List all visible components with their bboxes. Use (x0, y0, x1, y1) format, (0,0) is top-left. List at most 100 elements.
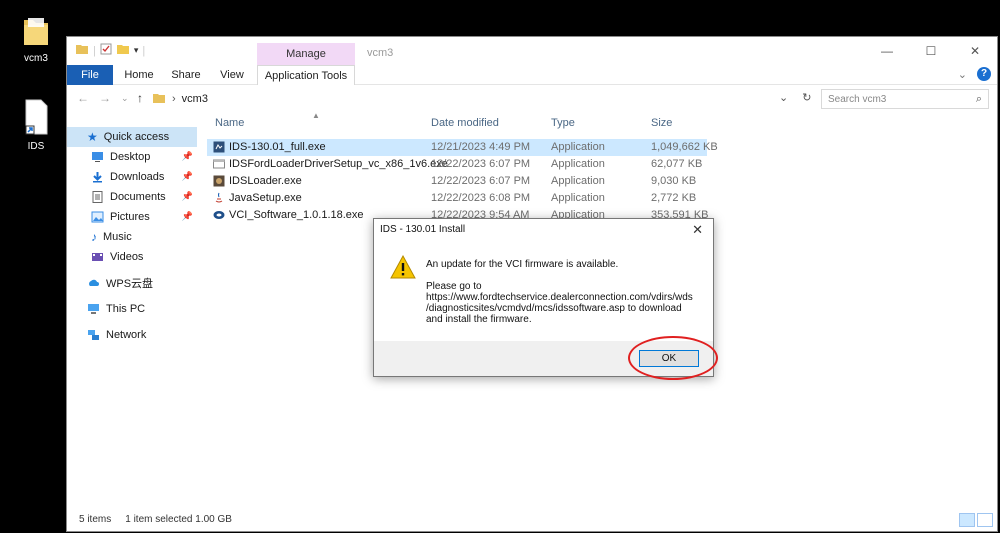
minimize-button[interactable]: — (865, 37, 909, 65)
column-header-type[interactable]: Type (551, 117, 575, 129)
properties-icon[interactable] (100, 43, 112, 58)
ribbon-right: ⌄ ? (958, 67, 991, 81)
dialog-title: IDS - 130.01 Install (380, 224, 466, 235)
desktop-icon-ids[interactable]: IDS (8, 98, 64, 152)
separator: | (142, 44, 146, 57)
dialog-title-bar: IDS - 130.01 Install ✕ (374, 219, 713, 241)
file-size: 9,030 KB (651, 175, 697, 187)
chevron-down-icon[interactable]: ⌄ (958, 68, 967, 81)
file-name: JavaSetup.exe (229, 192, 302, 204)
back-arrow-icon[interactable]: ← (77, 91, 89, 105)
pin-icon: 📌 (181, 211, 193, 221)
view-buttons (959, 513, 993, 527)
address-box[interactable]: › vcm3 (147, 89, 797, 109)
help-icon[interactable]: ? (977, 67, 991, 81)
large-icons-view-icon[interactable] (977, 513, 993, 527)
table-row[interactable]: IDSLoader.exe 12/22/2023 6:07 PM Applica… (207, 173, 707, 190)
dialog-message: An update for the VCI firmware is availa… (426, 259, 619, 270)
file-name-cell: IDSFordLoaderDriverSetup_vc_x86_1v6.exe (213, 158, 448, 170)
tab-home[interactable]: Home (117, 65, 161, 85)
desktop: vcm3 IDS | ▾ | Manage vcm3 — ☐ ✕ File Ho… (0, 0, 1000, 533)
forward-arrow-icon[interactable]: → (99, 91, 111, 105)
tab-file[interactable]: File (67, 65, 113, 85)
desktop-icon (91, 151, 104, 163)
file-name: IDSLoader.exe (229, 175, 302, 187)
highlight-circle (628, 336, 718, 380)
sidebar-item-desktop[interactable]: Desktop 📌 (67, 147, 197, 167)
setup-exe-icon (213, 158, 225, 170)
new-folder-icon[interactable] (116, 43, 130, 58)
table-row[interactable]: IDS-130.01_full.exe 12/21/2023 4:49 PM A… (207, 139, 718, 156)
sidebar-item-pictures[interactable]: Pictures 📌 (67, 207, 197, 227)
music-icon: ♪ (91, 230, 97, 244)
sidebar-item-wps-cloud[interactable]: WPS云盘 (67, 273, 197, 293)
sidebar-item-music[interactable]: ♪ Music (67, 227, 197, 247)
shortcut-icon (25, 99, 48, 135)
sidebar-item-label: Music (103, 231, 132, 243)
column-header-date-modified[interactable]: Date modified (431, 117, 499, 129)
file-type: Application (551, 175, 605, 187)
sidebar-item-documents[interactable]: Documents 📌 (67, 187, 197, 207)
tab-view[interactable]: View (211, 65, 253, 85)
column-header-name[interactable]: Name (215, 117, 244, 129)
tab-application-tools[interactable]: Application Tools (257, 65, 355, 85)
file-size: 1,049,662 KB (651, 141, 718, 153)
dialog-detail-line: https://www.fordtechservice.dealerconnec… (426, 292, 693, 303)
up-arrow-icon[interactable]: ↑ (137, 91, 143, 105)
pin-icon: 📌 (181, 151, 193, 161)
sidebar-item-downloads[interactable]: Downloads 📌 (67, 167, 197, 187)
item-count: 5 items (79, 514, 112, 525)
desktop-icon-vcm3[interactable]: vcm3 (8, 14, 64, 64)
search-icon: ⌕ (975, 93, 982, 105)
title-bar: | ▾ | Manage vcm3 — ☐ ✕ (67, 37, 997, 65)
details-view-icon[interactable] (959, 513, 975, 527)
file-type: Application (551, 141, 605, 153)
column-header-size[interactable]: Size (651, 117, 672, 129)
sidebar-item-network[interactable]: Network (67, 325, 197, 345)
address-actions: ⌄ ↻ (779, 91, 811, 104)
sidebar-item-label: Downloads (110, 171, 165, 183)
maximize-button[interactable]: ☐ (909, 37, 953, 65)
ids-exe-icon (213, 141, 225, 153)
close-button[interactable]: ✕ (953, 37, 997, 65)
file-name-cell: IDSLoader.exe (213, 175, 302, 187)
table-row[interactable]: JavaSetup.exe 12/22/2023 6:08 PM Applica… (207, 190, 707, 207)
desktop-icon-label: IDS (27, 141, 45, 152)
search-placeholder: Search vcm3 (828, 93, 887, 105)
dialog-detail-line: /diagnosticsites/vcmdvd/mcs/idssoftware.… (426, 303, 682, 314)
sidebar-item-this-pc[interactable]: This PC (67, 299, 197, 319)
pin-icon: 📌 (181, 191, 193, 201)
folder-icon (75, 43, 89, 58)
window-controls: — ☐ ✕ (865, 37, 997, 65)
file-name-cell: JavaSetup.exe (213, 192, 302, 204)
sidebar-item-quick-access[interactable]: ★ Quick access (67, 127, 197, 147)
cloud-icon (87, 277, 100, 289)
pictures-icon (91, 211, 104, 223)
file-date: 12/22/2023 6:08 PM (431, 192, 531, 204)
file-type: Application (551, 192, 605, 204)
file-name: VCI_Software_1.0.1.18.exe (229, 209, 364, 221)
refresh-icon[interactable]: ↻ (802, 91, 811, 104)
window-title: vcm3 (367, 47, 394, 59)
sidebar-item-label: This PC (106, 303, 146, 315)
table-row[interactable]: IDSFordLoaderDriverSetup_vc_x86_1v6.exe … (207, 156, 707, 173)
address-bar-row: ← → ⌄ ↑ › vcm3 ⌄ ↻ Search vcm3 ⌕ (67, 87, 997, 111)
sidebar-item-videos[interactable]: Videos (67, 247, 197, 267)
document-icon (91, 191, 104, 203)
chevron-down-icon[interactable]: ⌄ (779, 91, 788, 104)
recent-chevron-icon[interactable]: ⌄ (121, 93, 129, 104)
sidebar-item-label: Desktop (110, 151, 151, 163)
file-date: 12/22/2023 6:07 PM (431, 158, 531, 170)
customize-toolbar-icon[interactable]: ▾ (134, 45, 139, 56)
search-input[interactable]: Search vcm3 ⌕ (821, 89, 989, 109)
sort-arrow-icon: ▲ (312, 111, 320, 120)
tab-share[interactable]: Share (165, 65, 207, 85)
file-name: IDS-130.01_full.exe (229, 141, 326, 153)
status-bar: 5 items 1 item selected 1.00 GB (79, 514, 232, 525)
pc-icon (87, 303, 100, 315)
file-name-cell: VCI_Software_1.0.1.18.exe (213, 209, 364, 221)
sidebar-item-label: Quick access (103, 131, 170, 143)
folder-icon (152, 92, 166, 107)
manage-tab[interactable]: Manage (257, 43, 355, 65)
dialog-close-icon[interactable]: ✕ (692, 222, 703, 238)
